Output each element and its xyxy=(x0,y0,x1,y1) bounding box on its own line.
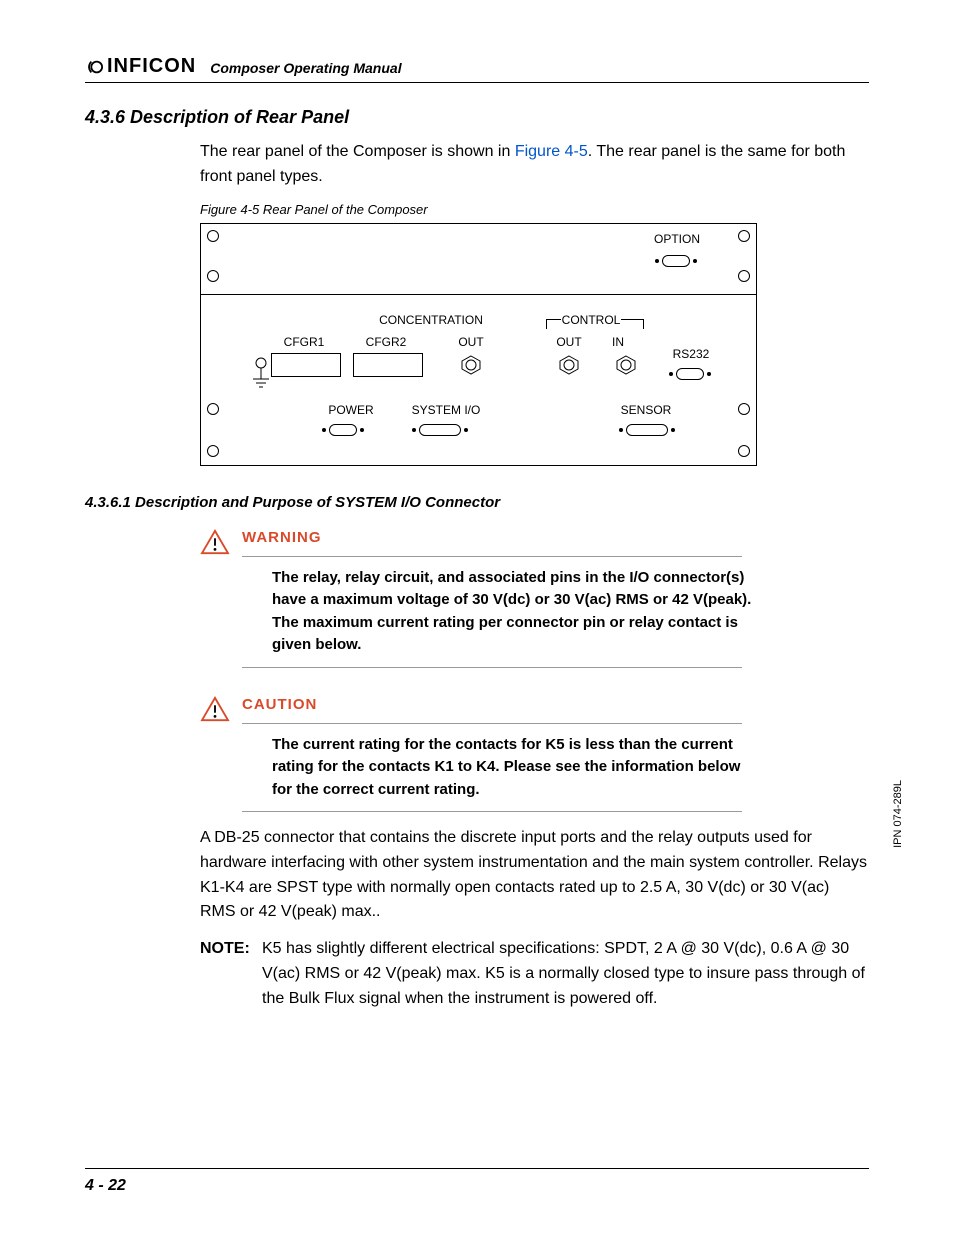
caution-callout: CAUTION The current rating for the conta… xyxy=(200,696,869,813)
brand-logo: INFICON xyxy=(85,55,196,78)
warning-title: WARNING xyxy=(242,529,869,552)
divider xyxy=(242,723,742,724)
page-header: INFICON Composer Operating Manual xyxy=(85,55,869,83)
warning-icon xyxy=(200,529,230,555)
brand-text: INFICON xyxy=(107,55,196,78)
label-rs232: RS232 xyxy=(666,347,716,361)
inficon-logo-icon xyxy=(85,58,103,76)
label-control: CONTROL xyxy=(551,313,631,327)
ground-icon xyxy=(251,357,271,397)
subsection-heading: 4.3.6.1 Description and Purpose of SYSTE… xyxy=(85,494,869,511)
divider xyxy=(242,667,742,668)
port-cfgr2 xyxy=(353,353,423,377)
document-title: Composer Operating Manual xyxy=(210,60,401,78)
warning-body: The relay, relay circuit, and associated… xyxy=(272,567,752,657)
figure-caption: Figure 4-5 Rear Panel of the Composer xyxy=(200,202,869,217)
page-number: 4 - 22 xyxy=(85,1177,126,1194)
label-conc-out: OUT xyxy=(451,335,491,349)
divider xyxy=(242,556,742,557)
label-power: POWER xyxy=(321,403,381,417)
warning-callout: WARNING The relay, relay circuit, and as… xyxy=(200,529,869,668)
ipn-code: IPN 074-289L xyxy=(892,780,904,848)
label-control-out: OUT xyxy=(549,335,589,349)
intro-text-pre: The rear panel of the Composer is shown … xyxy=(200,143,515,160)
figure-reference-link[interactable]: Figure 4-5 xyxy=(515,143,588,160)
note-block: NOTE: K5 has slightly different electric… xyxy=(200,937,869,1011)
note-text: K5 has slightly different electrical spe… xyxy=(262,937,869,1011)
caution-icon xyxy=(200,696,230,722)
section-intro: The rear panel of the Composer is shown … xyxy=(200,140,869,190)
port-control-in xyxy=(616,355,636,375)
note-label: NOTE: xyxy=(200,937,262,962)
db25-paragraph: A DB-25 connector that contains the disc… xyxy=(200,826,869,925)
label-concentration: CONCENTRATION xyxy=(371,313,491,327)
rear-panel-figure: OPTION CONCENTRATION CONTROL CFGR1 CFGR2… xyxy=(200,223,757,466)
page-footer: 4 - 22 xyxy=(85,1168,869,1195)
label-sensor: SENSOR xyxy=(616,403,676,417)
label-sysio: SYSTEM I/O xyxy=(401,403,491,417)
caution-title: CAUTION xyxy=(242,696,869,719)
caution-body: The current rating for the contacts for … xyxy=(272,734,752,802)
label-control-in: IN xyxy=(603,335,633,349)
port-conc-out xyxy=(461,355,481,375)
port-cfgr1 xyxy=(271,353,341,377)
label-cfgr1: CFGR1 xyxy=(279,335,329,349)
label-cfgr2: CFGR2 xyxy=(361,335,411,349)
port-control-out xyxy=(559,355,579,375)
divider xyxy=(242,811,742,812)
label-option: OPTION xyxy=(654,232,700,246)
section-heading: 4.3.6 Description of Rear Panel xyxy=(85,107,869,128)
